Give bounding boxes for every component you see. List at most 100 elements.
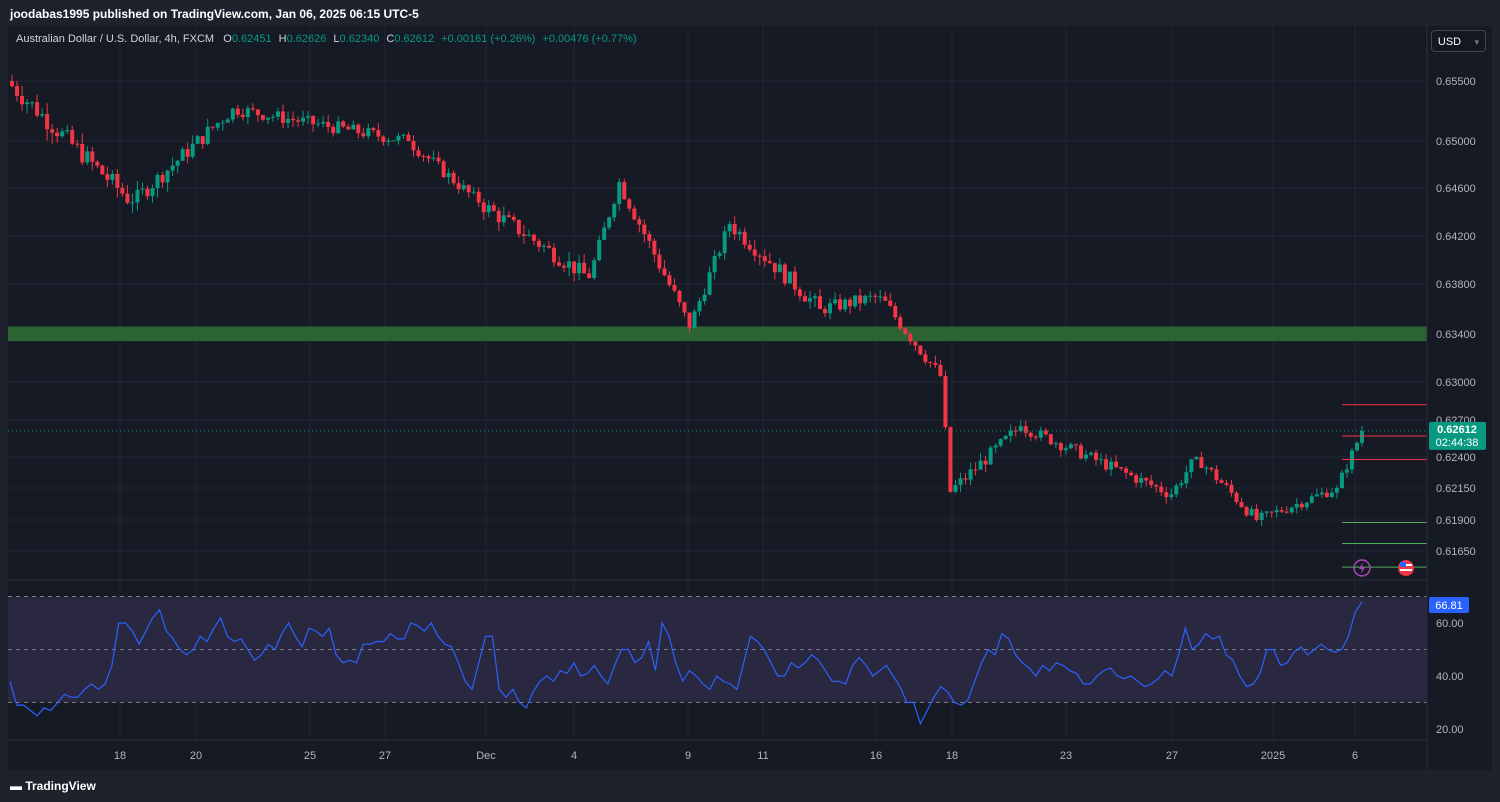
candle-body[interactable]	[155, 174, 160, 189]
candle-body[interactable]	[1354, 442, 1359, 451]
candle-body[interactable]	[250, 108, 255, 110]
candle-body[interactable]	[918, 345, 923, 355]
candle-body[interactable]	[797, 289, 802, 297]
candle-body[interactable]	[868, 295, 873, 297]
candle-body[interactable]	[301, 117, 306, 122]
candle-body[interactable]	[722, 231, 727, 254]
candle-body[interactable]	[361, 133, 366, 137]
candle-body[interactable]	[1334, 488, 1339, 493]
candle-body[interactable]	[898, 317, 903, 329]
candle-body[interactable]	[1189, 459, 1194, 473]
candle-body[interactable]	[1229, 484, 1234, 493]
candle-body[interactable]	[481, 202, 486, 213]
candle-body[interactable]	[677, 290, 682, 303]
candle-body[interactable]	[1068, 444, 1073, 449]
candle-body[interactable]	[1154, 485, 1159, 487]
candle-body[interactable]	[85, 151, 90, 163]
candle-body[interactable]	[165, 170, 170, 183]
candle-body[interactable]	[341, 121, 346, 127]
candle-body[interactable]	[15, 86, 20, 96]
candle-body[interactable]	[1159, 486, 1164, 493]
candle-body[interactable]	[863, 295, 868, 304]
candle-body[interactable]	[1329, 492, 1334, 498]
candle-body[interactable]	[968, 469, 973, 480]
candle-body[interactable]	[1139, 478, 1144, 483]
candle-body[interactable]	[1038, 430, 1043, 438]
candle-body[interactable]	[336, 121, 341, 134]
candle-body[interactable]	[657, 254, 662, 269]
candle-body[interactable]	[1319, 492, 1324, 495]
candle-body[interactable]	[592, 260, 597, 278]
candle-body[interactable]	[130, 202, 135, 204]
candle-body[interactable]	[1199, 457, 1204, 469]
candle-body[interactable]	[135, 189, 140, 203]
candle-body[interactable]	[1284, 511, 1289, 513]
candle-body[interactable]	[1078, 445, 1083, 459]
candle-body[interactable]	[1179, 483, 1184, 486]
candle-body[interactable]	[697, 301, 702, 312]
candle-body[interactable]	[953, 485, 958, 492]
candle-body[interactable]	[140, 188, 145, 190]
candle-body[interactable]	[190, 143, 195, 157]
candle-body[interactable]	[1048, 434, 1053, 445]
candle-body[interactable]	[923, 354, 928, 362]
candle-body[interactable]	[230, 108, 235, 120]
candle-body[interactable]	[110, 173, 115, 180]
candle-body[interactable]	[150, 188, 155, 197]
candle-body[interactable]	[662, 268, 667, 276]
candle-body[interactable]	[486, 205, 491, 213]
candle-body[interactable]	[75, 143, 80, 145]
candle-body[interactable]	[1169, 494, 1174, 498]
candle-body[interactable]	[461, 185, 466, 190]
candle-body[interactable]	[637, 219, 642, 225]
candle-body[interactable]	[491, 205, 496, 211]
candle-body[interactable]	[1259, 512, 1264, 520]
candle-body[interactable]	[1104, 459, 1109, 470]
candle-body[interactable]	[1028, 432, 1033, 437]
candle-body[interactable]	[602, 227, 607, 240]
candle-body[interactable]	[1204, 467, 1209, 469]
candle-body[interactable]	[35, 102, 40, 116]
candle-body[interactable]	[732, 224, 737, 235]
candle-body[interactable]	[205, 126, 210, 145]
candle-body[interactable]	[1008, 430, 1013, 437]
candle-body[interactable]	[1124, 468, 1129, 473]
candle-body[interactable]	[381, 136, 386, 142]
candle-body[interactable]	[70, 129, 75, 144]
candle-body[interactable]	[913, 341, 918, 346]
candle-body[interactable]	[195, 136, 200, 144]
candle-body[interactable]	[1224, 482, 1229, 485]
candle-body[interactable]	[441, 161, 446, 177]
candle-body[interactable]	[1194, 457, 1199, 460]
candle-body[interactable]	[536, 240, 541, 247]
candle-body[interactable]	[351, 124, 356, 130]
candle-body[interactable]	[843, 299, 848, 310]
candle-body[interactable]	[838, 299, 843, 310]
candle-body[interactable]	[772, 263, 777, 273]
candle-body[interactable]	[828, 303, 833, 314]
candle-body[interactable]	[812, 296, 817, 299]
candle-body[interactable]	[1249, 508, 1254, 516]
candle-body[interactable]	[632, 208, 637, 220]
candle-body[interactable]	[1264, 511, 1269, 513]
candle-body[interactable]	[366, 128, 371, 137]
candle-body[interactable]	[1063, 448, 1068, 451]
candle-body[interactable]	[476, 191, 481, 203]
candle-body[interactable]	[426, 156, 431, 159]
candle-body[interactable]	[597, 239, 602, 261]
candle-body[interactable]	[200, 136, 205, 145]
candle-body[interactable]	[943, 376, 948, 428]
candle-body[interactable]	[787, 271, 792, 284]
candle-body[interactable]	[346, 126, 351, 130]
candle-body[interactable]	[1099, 459, 1104, 461]
candle-body[interactable]	[848, 299, 853, 307]
candle-body[interactable]	[883, 296, 888, 301]
candle-body[interactable]	[356, 124, 361, 134]
candle-body[interactable]	[1244, 507, 1249, 516]
candle-body[interactable]	[245, 108, 250, 118]
candle-body[interactable]	[1304, 502, 1309, 508]
candle-body[interactable]	[1184, 472, 1189, 484]
candle-body[interactable]	[1274, 510, 1279, 513]
candle-body[interactable]	[371, 128, 376, 131]
candle-body[interactable]	[717, 253, 722, 256]
